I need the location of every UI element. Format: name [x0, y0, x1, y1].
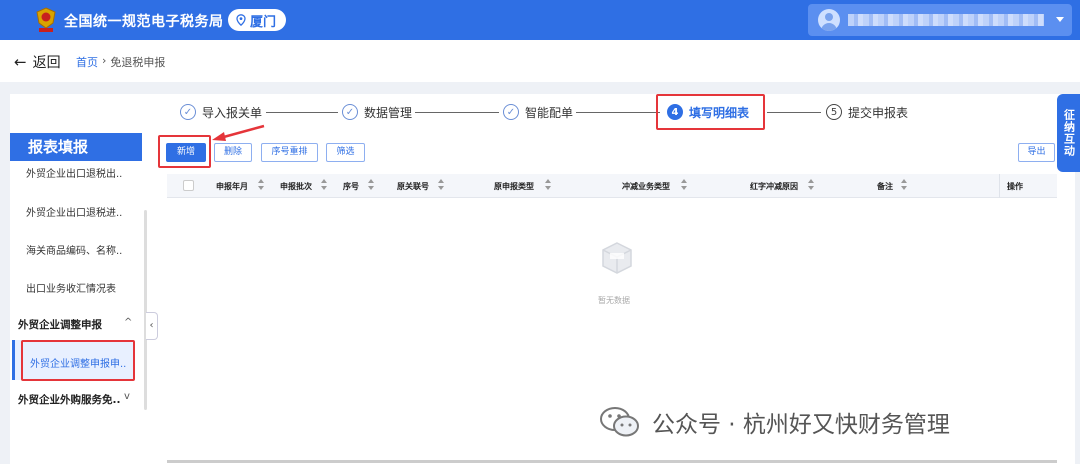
arrow-left-icon: ←: [14, 53, 27, 71]
step-submit-report[interactable]: 5 提交申报表: [826, 100, 908, 124]
empty-state-text: 暂无数据: [598, 296, 630, 305]
column-header[interactable]: 备注: [877, 181, 893, 192]
sidebar-title: 报表填报: [10, 133, 142, 161]
city-label: 厦门: [250, 14, 277, 30]
sort-icon[interactable]: [901, 179, 907, 191]
sidebar-item-export-receipt[interactable]: 出口业务收汇情况表: [26, 280, 116, 295]
step-label: 导入报关单: [202, 105, 263, 120]
column-header[interactable]: 冲减业务类型: [622, 181, 670, 192]
sidebar-item-export-refund-out[interactable]: 外贸企业出口退税出..: [26, 165, 122, 180]
interaction-float-tab[interactable]: 征纳互动: [1057, 94, 1080, 172]
sort-icon[interactable]: [681, 179, 687, 191]
step-connector: [415, 112, 499, 113]
step-label: 提交申报表: [848, 105, 909, 120]
step-number-icon: 5: [826, 104, 842, 120]
sort-icon[interactable]: [258, 179, 264, 191]
column-header-actions: 操作: [1007, 182, 1023, 191]
highlight-box-step: [656, 94, 765, 130]
step-connector: [767, 112, 821, 113]
column-header[interactable]: 申报年月: [216, 181, 248, 192]
sort-icon[interactable]: [545, 179, 551, 191]
sidebar-group-adjustment[interactable]: 外贸企业调整申报: [18, 317, 102, 332]
city-selector[interactable]: 厦门: [228, 9, 287, 31]
column-header[interactable]: 原关联号: [397, 181, 429, 192]
top-navbar: 全国统一规范电子税务局 厦门: [0, 0, 1080, 40]
step-data-management[interactable]: ✓ 数据管理: [342, 100, 412, 124]
delete-button[interactable]: 删除: [214, 143, 252, 162]
sort-icon[interactable]: [368, 179, 374, 191]
chevron-down-icon[interactable]: v: [124, 391, 130, 402]
sidebar-scrollbar[interactable]: [144, 210, 147, 410]
sidebar: [10, 130, 146, 464]
column-header[interactable]: 红字冲减原因: [750, 181, 798, 192]
table-horizontal-scrollbar[interactable]: [167, 460, 1057, 463]
breadcrumb-separator: ›: [102, 54, 107, 67]
sidebar-item-customs-code[interactable]: 海关商品编码、名称..: [26, 242, 122, 257]
column-header[interactable]: 申报批次: [280, 181, 312, 192]
filter-button[interactable]: 筛选: [326, 143, 365, 162]
user-name-blurred: [848, 14, 1044, 26]
step-connector: [576, 112, 660, 113]
sidebar-group-purchase-service[interactable]: 外贸企业外购服务免..: [18, 392, 120, 407]
check-circle-icon: ✓: [342, 104, 358, 120]
step-label: 智能配单: [525, 105, 574, 120]
highlight-box-add: [158, 135, 211, 168]
check-circle-icon: ✓: [503, 104, 519, 120]
user-avatar-icon: [818, 9, 840, 31]
back-button[interactable]: ← 返回: [14, 52, 61, 72]
user-menu[interactable]: [808, 4, 1072, 36]
select-all-checkbox[interactable]: [183, 180, 194, 191]
sidebar-collapse-button[interactable]: ‹: [146, 312, 158, 340]
site-title[interactable]: 全国统一规范电子税务局: [64, 11, 224, 31]
red-arrow-annotation: [212, 124, 265, 141]
breadcrumb-bar: ← 返回 首页 › 免退税申报: [0, 40, 1080, 82]
export-button[interactable]: 导出: [1018, 143, 1055, 162]
breadcrumb-home[interactable]: 首页: [76, 54, 98, 70]
breadcrumb-current: 免退税申报: [110, 56, 166, 69]
tax-emblem-icon: [36, 7, 56, 32]
step-import-declaration[interactable]: ✓ 导入报关单: [180, 100, 262, 124]
chevron-up-icon[interactable]: ^: [124, 317, 132, 328]
step-connector: [266, 112, 338, 113]
sort-icon[interactable]: [438, 179, 444, 191]
sort-icon[interactable]: [808, 179, 814, 191]
column-header[interactable]: 序号: [343, 181, 359, 192]
sort-icon[interactable]: [321, 179, 327, 191]
column-header[interactable]: 原申报类型: [494, 181, 534, 192]
reorder-button[interactable]: 序号重排: [261, 143, 318, 162]
back-label: 返回: [32, 55, 61, 71]
breadcrumb: 首页 › 免退税申报: [76, 54, 165, 70]
empty-box-icon: [602, 242, 632, 274]
column-divider: [999, 174, 1000, 198]
location-pin-icon: [236, 14, 246, 26]
chevron-down-icon: [1056, 17, 1064, 22]
wechat-icon: [600, 407, 639, 437]
check-circle-icon: ✓: [180, 104, 196, 120]
step-label: 数据管理: [364, 105, 413, 120]
sidebar-item-export-refund-in[interactable]: 外贸企业出口退税进..: [26, 204, 122, 219]
watermark-text: 公众号 · 杭州好又快财务管理: [652, 412, 950, 438]
step-smart-matching[interactable]: ✓ 智能配单: [503, 100, 573, 124]
highlight-box-sidebar: [21, 340, 135, 381]
watermark: 公众号 · 杭州好又快财务管理: [598, 400, 950, 444]
